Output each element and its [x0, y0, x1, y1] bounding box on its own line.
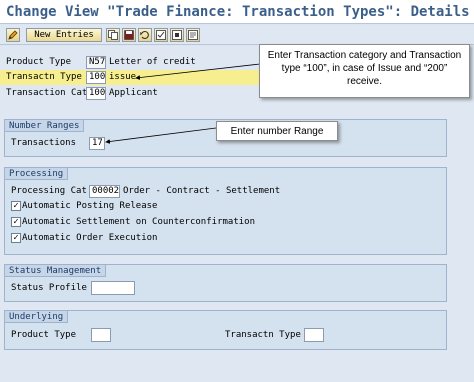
automatic-settlement-label: Automatic Settlement on Counterconfirmat… — [22, 217, 255, 227]
copy-icon[interactable] — [106, 28, 120, 42]
number-range-callout: Enter number Range — [216, 121, 338, 141]
processing-cat-field[interactable]: 00002 — [89, 185, 120, 198]
underlying-transactn-type-label: Transactn Type — [225, 330, 301, 340]
transaction-type-field[interactable]: 100 — [86, 71, 106, 84]
automatic-settlement-checkbox[interactable]: ✓ — [11, 217, 21, 227]
status-management-title: Status Management — [5, 265, 107, 277]
deselect-icon[interactable] — [170, 28, 184, 42]
window-title: Change View "Trade Finance: Transaction … — [6, 4, 470, 20]
underlying-product-type-label: Product Type — [11, 330, 77, 340]
processing-title: Processing — [5, 168, 69, 180]
transaction-type-label: Transactn Type — [6, 72, 82, 82]
save-icon[interactable] — [122, 28, 136, 42]
product-type-field[interactable]: N57 — [86, 56, 106, 69]
select-all-icon[interactable] — [154, 28, 168, 42]
underlying-group: Underlying Product Type Transactn Type — [4, 310, 447, 350]
undo-icon[interactable] — [138, 28, 152, 42]
application-toolbar: New Entries — [0, 25, 474, 45]
title-bar: Change View "Trade Finance: Transaction … — [0, 0, 474, 24]
transaction-cat-desc: Applicant — [109, 88, 158, 98]
print-icon[interactable] — [186, 28, 200, 42]
processing-cat-label: Processing Cat. — [11, 186, 93, 196]
transactions-label: Transactions — [11, 138, 77, 148]
product-type-desc: Letter of credit — [109, 57, 196, 67]
automatic-order-execution-checkbox[interactable]: ✓ — [11, 233, 21, 243]
status-management-group: Status Management Status Profile — [4, 264, 447, 302]
transaction-type-callout: Enter Transaction category and Transacti… — [259, 44, 470, 98]
status-profile-label: Status Profile — [11, 283, 87, 293]
transaction-type-desc: issue — [109, 72, 137, 82]
edit-pencil-icon[interactable] — [6, 28, 20, 42]
processing-group: Processing Processing Cat. 00002 Order -… — [4, 167, 447, 255]
processing-cat-desc: Order - Contract - Settlement — [123, 186, 281, 196]
status-profile-field[interactable] — [91, 281, 135, 295]
automatic-posting-release-checkbox[interactable]: ✓ — [11, 201, 21, 211]
automatic-posting-release-label: Automatic Posting Release — [22, 201, 158, 211]
transaction-cat-label: Transaction Cat — [6, 88, 88, 98]
transaction-cat-field[interactable]: 100 — [86, 87, 106, 100]
new-entries-button[interactable]: New Entries — [26, 28, 102, 42]
transactions-number-range-field[interactable]: 17 — [89, 137, 105, 150]
underlying-transactn-type-field[interactable] — [304, 328, 324, 342]
automatic-order-execution-label: Automatic Order Execution — [22, 233, 158, 243]
number-ranges-title: Number Ranges — [5, 120, 85, 132]
underlying-title: Underlying — [5, 311, 69, 323]
product-type-label: Product Type — [6, 57, 72, 67]
underlying-product-type-field[interactable] — [91, 328, 111, 342]
